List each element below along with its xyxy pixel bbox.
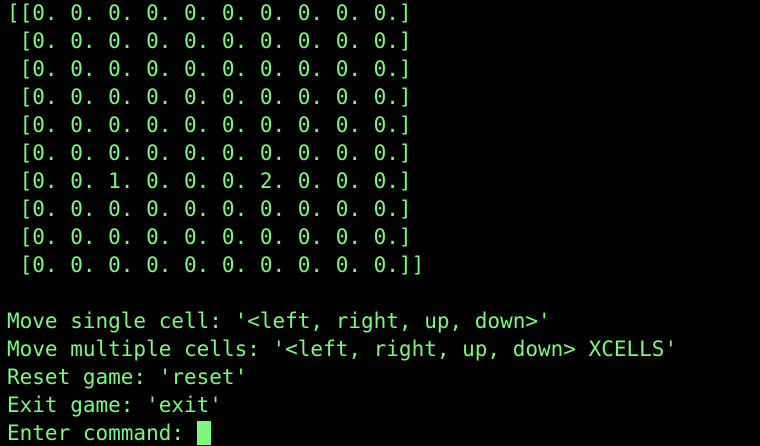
- grid-row-1: [[0. 0. 0. 0. 0. 0. 0. 0. 0. 0.]: [7, 1, 412, 25]
- instruction-reset: Reset game: 'reset': [7, 365, 248, 389]
- grid-row-10: [0. 0. 0. 0. 0. 0. 0. 0. 0. 0.]]: [7, 253, 425, 277]
- grid-row-8: [0. 0. 0. 0. 0. 0. 0. 0. 0. 0.]: [7, 197, 412, 221]
- command-prompt-label: Enter command:: [7, 421, 197, 445]
- grid-row-6: [0. 0. 0. 0. 0. 0. 0. 0. 0. 0.]: [7, 141, 412, 165]
- grid-row-3: [0. 0. 0. 0. 0. 0. 0. 0. 0. 0.]: [7, 57, 412, 81]
- grid-row-2: [0. 0. 0. 0. 0. 0. 0. 0. 0. 0.]: [7, 29, 412, 53]
- instruction-move-multiple: Move multiple cells: '<left, right, up, …: [7, 337, 678, 361]
- grid-row-5: [0. 0. 0. 0. 0. 0. 0. 0. 0. 0.]: [7, 113, 412, 137]
- grid-row-4: [0. 0. 0. 0. 0. 0. 0. 0. 0. 0.]: [7, 85, 412, 109]
- grid-row-7: [0. 0. 1. 0. 0. 0. 2. 0. 0. 0.]: [7, 169, 412, 193]
- text-cursor[interactable]: [196, 421, 211, 445]
- instruction-move-single: Move single cell: '<left, right, up, dow…: [7, 309, 551, 333]
- instruction-exit: Exit game: 'exit': [7, 393, 222, 417]
- game-grid: [[0. 0. 0. 0. 0. 0. 0. 0. 0. 0.] [0. 0. …: [7, 0, 760, 279]
- terminal-window[interactable]: [[0. 0. 0. 0. 0. 0. 0. 0. 0. 0.] [0. 0. …: [0, 0, 760, 446]
- grid-row-9: [0. 0. 0. 0. 0. 0. 0. 0. 0. 0.]: [7, 225, 412, 249]
- command-prompt-line[interactable]: Enter command:: [7, 419, 760, 446]
